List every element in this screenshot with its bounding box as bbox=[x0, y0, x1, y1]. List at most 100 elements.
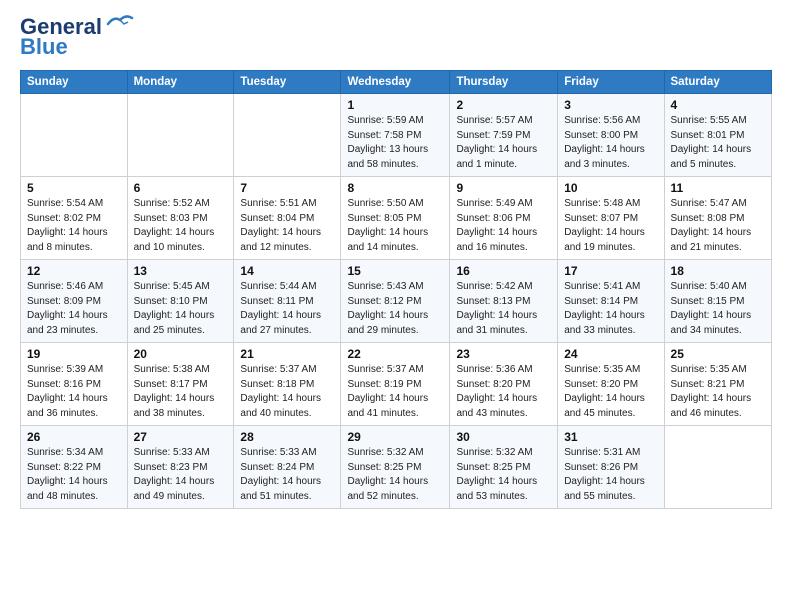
cell-content: Sunrise: 5:54 AMSunset: 8:02 PMDaylight:… bbox=[27, 197, 121, 255]
cell-content: Sunrise: 5:55 AMSunset: 8:01 PMDaylight:… bbox=[671, 114, 765, 172]
day-number: 7 bbox=[240, 181, 334, 195]
logo-bird-icon bbox=[106, 14, 134, 32]
cell-content: Sunrise: 5:41 AMSunset: 8:14 PMDaylight:… bbox=[564, 280, 657, 338]
calendar-cell: 1 Sunrise: 5:59 AMSunset: 7:58 PMDayligh… bbox=[341, 94, 450, 177]
day-number: 12 bbox=[27, 264, 121, 278]
logo-blue: Blue bbox=[20, 34, 68, 60]
day-header-thursday: Thursday bbox=[450, 71, 558, 94]
calendar-cell: 14 Sunrise: 5:44 AMSunset: 8:11 PMDaylig… bbox=[234, 260, 341, 343]
cell-content: Sunrise: 5:38 AMSunset: 8:17 PMDaylight:… bbox=[134, 363, 228, 421]
day-number: 18 bbox=[671, 264, 765, 278]
day-number: 15 bbox=[347, 264, 443, 278]
calendar-cell: 4 Sunrise: 5:55 AMSunset: 8:01 PMDayligh… bbox=[664, 94, 771, 177]
calendar-table: SundayMondayTuesdayWednesdayThursdayFrid… bbox=[20, 70, 772, 509]
day-number: 25 bbox=[671, 347, 765, 361]
day-number: 4 bbox=[671, 98, 765, 112]
calendar-cell: 22 Sunrise: 5:37 AMSunset: 8:19 PMDaylig… bbox=[341, 343, 450, 426]
cell-content: Sunrise: 5:37 AMSunset: 8:18 PMDaylight:… bbox=[240, 363, 334, 421]
day-number: 23 bbox=[456, 347, 551, 361]
calendar-cell: 31 Sunrise: 5:31 AMSunset: 8:26 PMDaylig… bbox=[558, 426, 664, 509]
cell-content: Sunrise: 5:47 AMSunset: 8:08 PMDaylight:… bbox=[671, 197, 765, 255]
calendar-cell: 8 Sunrise: 5:50 AMSunset: 8:05 PMDayligh… bbox=[341, 177, 450, 260]
day-number: 26 bbox=[27, 430, 121, 444]
cell-content: Sunrise: 5:45 AMSunset: 8:10 PMDaylight:… bbox=[134, 280, 228, 338]
cell-content: Sunrise: 5:33 AMSunset: 8:24 PMDaylight:… bbox=[240, 446, 334, 504]
calendar-cell: 30 Sunrise: 5:32 AMSunset: 8:25 PMDaylig… bbox=[450, 426, 558, 509]
cell-content: Sunrise: 5:36 AMSunset: 8:20 PMDaylight:… bbox=[456, 363, 551, 421]
calendar-cell: 17 Sunrise: 5:41 AMSunset: 8:14 PMDaylig… bbox=[558, 260, 664, 343]
day-number: 3 bbox=[564, 98, 657, 112]
cell-content: Sunrise: 5:51 AMSunset: 8:04 PMDaylight:… bbox=[240, 197, 334, 255]
day-number: 16 bbox=[456, 264, 551, 278]
day-header-wednesday: Wednesday bbox=[341, 71, 450, 94]
cell-content: Sunrise: 5:40 AMSunset: 8:15 PMDaylight:… bbox=[671, 280, 765, 338]
day-number: 6 bbox=[134, 181, 228, 195]
day-header-saturday: Saturday bbox=[664, 71, 771, 94]
day-number: 27 bbox=[134, 430, 228, 444]
day-number: 22 bbox=[347, 347, 443, 361]
day-number: 2 bbox=[456, 98, 551, 112]
calendar-week-row: 1 Sunrise: 5:59 AMSunset: 7:58 PMDayligh… bbox=[21, 94, 772, 177]
cell-content: Sunrise: 5:48 AMSunset: 8:07 PMDaylight:… bbox=[564, 197, 657, 255]
logo: General Blue bbox=[20, 16, 134, 60]
calendar-cell: 13 Sunrise: 5:45 AMSunset: 8:10 PMDaylig… bbox=[127, 260, 234, 343]
cell-content: Sunrise: 5:33 AMSunset: 8:23 PMDaylight:… bbox=[134, 446, 228, 504]
day-header-tuesday: Tuesday bbox=[234, 71, 341, 94]
cell-content: Sunrise: 5:57 AMSunset: 7:59 PMDaylight:… bbox=[456, 114, 551, 172]
calendar-cell: 27 Sunrise: 5:33 AMSunset: 8:23 PMDaylig… bbox=[127, 426, 234, 509]
calendar-cell: 16 Sunrise: 5:42 AMSunset: 8:13 PMDaylig… bbox=[450, 260, 558, 343]
cell-content: Sunrise: 5:59 AMSunset: 7:58 PMDaylight:… bbox=[347, 114, 443, 172]
day-number: 31 bbox=[564, 430, 657, 444]
day-number: 28 bbox=[240, 430, 334, 444]
calendar-cell: 23 Sunrise: 5:36 AMSunset: 8:20 PMDaylig… bbox=[450, 343, 558, 426]
calendar-cell: 5 Sunrise: 5:54 AMSunset: 8:02 PMDayligh… bbox=[21, 177, 128, 260]
day-number: 19 bbox=[27, 347, 121, 361]
calendar-cell: 12 Sunrise: 5:46 AMSunset: 8:09 PMDaylig… bbox=[21, 260, 128, 343]
calendar-cell: 15 Sunrise: 5:43 AMSunset: 8:12 PMDaylig… bbox=[341, 260, 450, 343]
day-number: 10 bbox=[564, 181, 657, 195]
cell-content: Sunrise: 5:37 AMSunset: 8:19 PMDaylight:… bbox=[347, 363, 443, 421]
calendar-cell: 6 Sunrise: 5:52 AMSunset: 8:03 PMDayligh… bbox=[127, 177, 234, 260]
calendar-cell: 18 Sunrise: 5:40 AMSunset: 8:15 PMDaylig… bbox=[664, 260, 771, 343]
calendar-week-row: 12 Sunrise: 5:46 AMSunset: 8:09 PMDaylig… bbox=[21, 260, 772, 343]
calendar-cell: 21 Sunrise: 5:37 AMSunset: 8:18 PMDaylig… bbox=[234, 343, 341, 426]
calendar-cell: 11 Sunrise: 5:47 AMSunset: 8:08 PMDaylig… bbox=[664, 177, 771, 260]
day-number: 29 bbox=[347, 430, 443, 444]
day-number: 17 bbox=[564, 264, 657, 278]
calendar-cell: 9 Sunrise: 5:49 AMSunset: 8:06 PMDayligh… bbox=[450, 177, 558, 260]
cell-content: Sunrise: 5:32 AMSunset: 8:25 PMDaylight:… bbox=[456, 446, 551, 504]
day-number: 11 bbox=[671, 181, 765, 195]
day-number: 24 bbox=[564, 347, 657, 361]
calendar-cell: 20 Sunrise: 5:38 AMSunset: 8:17 PMDaylig… bbox=[127, 343, 234, 426]
day-number: 21 bbox=[240, 347, 334, 361]
calendar-cell: 3 Sunrise: 5:56 AMSunset: 8:00 PMDayligh… bbox=[558, 94, 664, 177]
calendar-week-row: 26 Sunrise: 5:34 AMSunset: 8:22 PMDaylig… bbox=[21, 426, 772, 509]
calendar-cell: 29 Sunrise: 5:32 AMSunset: 8:25 PMDaylig… bbox=[341, 426, 450, 509]
cell-content: Sunrise: 5:49 AMSunset: 8:06 PMDaylight:… bbox=[456, 197, 551, 255]
day-number: 1 bbox=[347, 98, 443, 112]
day-number: 5 bbox=[27, 181, 121, 195]
header: General Blue bbox=[20, 16, 772, 60]
calendar-cell: 7 Sunrise: 5:51 AMSunset: 8:04 PMDayligh… bbox=[234, 177, 341, 260]
calendar-cell bbox=[234, 94, 341, 177]
calendar-cell bbox=[21, 94, 128, 177]
calendar-cell: 26 Sunrise: 5:34 AMSunset: 8:22 PMDaylig… bbox=[21, 426, 128, 509]
day-number: 9 bbox=[456, 181, 551, 195]
calendar-cell: 10 Sunrise: 5:48 AMSunset: 8:07 PMDaylig… bbox=[558, 177, 664, 260]
cell-content: Sunrise: 5:32 AMSunset: 8:25 PMDaylight:… bbox=[347, 446, 443, 504]
page: General Blue SundayMondayTuesdayWednesda… bbox=[0, 0, 792, 519]
cell-content: Sunrise: 5:52 AMSunset: 8:03 PMDaylight:… bbox=[134, 197, 228, 255]
cell-content: Sunrise: 5:44 AMSunset: 8:11 PMDaylight:… bbox=[240, 280, 334, 338]
calendar-cell: 19 Sunrise: 5:39 AMSunset: 8:16 PMDaylig… bbox=[21, 343, 128, 426]
cell-content: Sunrise: 5:31 AMSunset: 8:26 PMDaylight:… bbox=[564, 446, 657, 504]
cell-content: Sunrise: 5:46 AMSunset: 8:09 PMDaylight:… bbox=[27, 280, 121, 338]
day-number: 13 bbox=[134, 264, 228, 278]
day-number: 14 bbox=[240, 264, 334, 278]
cell-content: Sunrise: 5:39 AMSunset: 8:16 PMDaylight:… bbox=[27, 363, 121, 421]
day-header-monday: Monday bbox=[127, 71, 234, 94]
cell-content: Sunrise: 5:35 AMSunset: 8:21 PMDaylight:… bbox=[671, 363, 765, 421]
day-number: 20 bbox=[134, 347, 228, 361]
calendar-week-row: 5 Sunrise: 5:54 AMSunset: 8:02 PMDayligh… bbox=[21, 177, 772, 260]
calendar-cell: 24 Sunrise: 5:35 AMSunset: 8:20 PMDaylig… bbox=[558, 343, 664, 426]
cell-content: Sunrise: 5:50 AMSunset: 8:05 PMDaylight:… bbox=[347, 197, 443, 255]
